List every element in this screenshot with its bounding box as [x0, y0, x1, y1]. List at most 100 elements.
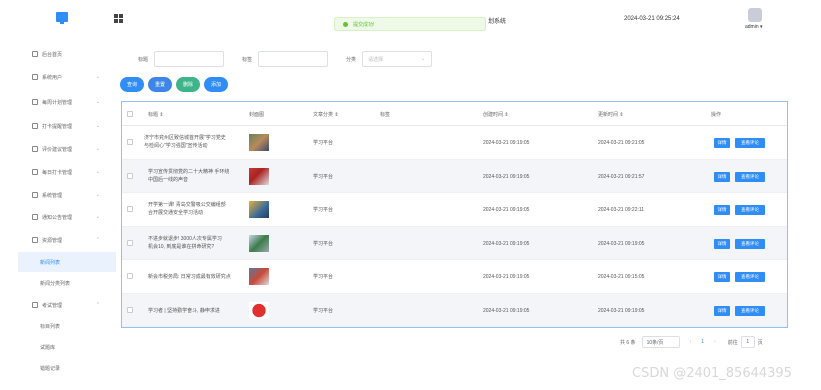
table-row: 新会市税务局: 日常习成最有效研究点 学习平台 2024-03-21 09:19… [122, 260, 787, 294]
review-button[interactable]: 查看评论 [735, 238, 765, 249]
row-checkbox[interactable] [127, 239, 133, 246]
sidebar-item-system[interactable]: 系统管理 ⌄ [18, 184, 116, 206]
sidebar: 后台首页 系统用户 ⌄ 每周计划管理 ⌄ 打卡提醒管理 ⌄ 评价建议管理 ⌄ 每日打卡管… [18, 40, 116, 380]
sidebar-item-exams[interactable]: 考试管理 ⌃ [18, 294, 116, 316]
chevron-down-icon: ⌄ [95, 146, 100, 152]
sidebar-item-notices[interactable]: 通知公告管理 ⌄ [18, 206, 116, 228]
goto-input[interactable]: 1 [740, 336, 755, 348]
check-icon [343, 21, 348, 27]
page-size-select[interactable]: 10条/页 [641, 336, 680, 348]
cover-image [249, 301, 269, 319]
sidebar-item-label: 资源管理 [42, 237, 63, 244]
current-page[interactable]: 1 [701, 339, 704, 345]
sidebar-item-checkin-reminder[interactable]: 打卡提醒管理 ⌄ [18, 115, 116, 137]
add-button[interactable]: 添加 [204, 77, 229, 92]
sidebar-item-label: 标目列表 [40, 323, 61, 330]
sidebar-item-resources[interactable]: 资源管理 ⌃ [18, 229, 116, 251]
delete-button[interactable]: 删除 [176, 77, 201, 92]
detail-button[interactable]: 详情 [714, 138, 730, 148]
chevron-down-icon: ⌄ [95, 74, 100, 80]
sidebar-item-label: 每周计划管理 [42, 99, 73, 106]
row-updated: 2024-03-21 09:19:05 [598, 307, 645, 314]
sidebar-item-weekly-plan[interactable]: 每周计划管理 ⌄ [18, 91, 116, 113]
chevron-up-icon: ⌃ [95, 237, 100, 243]
reset-button[interactable]: 重置 [148, 77, 173, 92]
title-input[interactable] [154, 51, 225, 67]
row-checkbox[interactable] [127, 172, 133, 179]
sidebar-item-daily-checkin[interactable]: 每日打卡管理 ⌄ [18, 161, 116, 183]
table-row: 济宁市兖州区致信城首开展"学习党史 与检阅心"学习强国"宣传活动 学习平台 202… [122, 126, 787, 160]
row-category: 学习平台 [313, 140, 334, 146]
row-title: 开学第一课! 青岛交警吸公交编组部 合开展交通安全学习活动 [148, 202, 226, 216]
next-page-icon[interactable]: › [714, 339, 716, 345]
detail-button[interactable]: 详情 [714, 272, 730, 282]
sidebar-item-users[interactable]: 系统用户 ⌄ [18, 66, 116, 88]
row-title: 济宁市兖州区致信城首开展"学习党史 与检阅心"学习强国"宣传活动 [144, 135, 226, 149]
chevron-down-icon: ⌄ [95, 99, 100, 105]
sidebar-item-news-categories[interactable]: 新闻分类列表 [18, 273, 116, 293]
col-title[interactable]: 标题 ⇕ [148, 111, 164, 118]
table-row: 不进步就退步! 3000人次专属学习 机会10, 到底是谁在拼命研究? 学习平台 … [122, 226, 787, 260]
col-created[interactable]: 创建时间 ⇕ [483, 111, 509, 118]
sidebar-item-question-bank[interactable]: 试题库 [18, 337, 116, 357]
row-checkbox[interactable] [127, 206, 133, 212]
row-checkbox[interactable] [127, 139, 133, 145]
row-updated: 2024-03-21 09:22:11 [598, 207, 645, 213]
review-button[interactable]: 查看评论 [735, 138, 765, 148]
review-button[interactable]: 查看评论 [735, 171, 765, 182]
watermark: CSDN @2401_85644395 [632, 366, 792, 381]
row-category: 学习平台 [313, 274, 334, 280]
sidebar-item-label: 系统用户 [42, 74, 63, 81]
cover-image [249, 234, 269, 252]
review-button[interactable]: 查看评论 [735, 272, 765, 282]
row-checkbox[interactable] [127, 306, 133, 313]
sidebar-item-label: 考试管理 [42, 302, 63, 309]
cover-image [249, 201, 269, 218]
sidebar-item-exam-list[interactable]: 标目列表 [18, 316, 116, 336]
col-updated[interactable]: 更新时间 ⇕ [598, 111, 624, 118]
user-menu[interactable]: admin ▾ [745, 24, 763, 30]
chevron-down-icon: ⌄ [95, 169, 100, 175]
category-select[interactable]: 请选择 ⌄ [362, 51, 433, 67]
query-button[interactable]: 查询 [120, 77, 145, 92]
review-button[interactable]: 查看评论 [735, 205, 765, 215]
sidebar-item-label: 试题库 [40, 344, 56, 351]
avatar[interactable] [748, 8, 762, 22]
detail-button[interactable]: 详情 [714, 238, 730, 249]
sidebar-item-wrong-answers[interactable]: 错题记录 [18, 358, 116, 378]
title-label: 标题 [138, 56, 149, 63]
detail-button[interactable]: 详情 [714, 171, 730, 182]
col-category[interactable]: 文章分类 ⇕ [313, 111, 339, 118]
sidebar-item-feedback[interactable]: 评价建议管理 ⌄ [18, 138, 116, 160]
chevron-down-icon: ⌄ [95, 123, 100, 129]
chevron-down-icon: ⌄ [95, 192, 100, 198]
row-created: 2024-03-21 09:19:05 [483, 274, 530, 280]
category-label: 分类 [346, 56, 357, 63]
search-form: 标题 标签 分类 请选择 ⌄ [134, 50, 433, 68]
menu-grid-icon[interactable] [114, 14, 123, 23]
sidebar-item-news-list[interactable]: 新闻列表 [18, 252, 116, 272]
table-icon [32, 169, 38, 175]
row-checkbox[interactable] [127, 273, 133, 279]
row-category: 学习平台 [313, 207, 334, 213]
pagination: 共 6 条 10条/页 ‹ 1 › 前往 1 页 [620, 335, 763, 349]
detail-button[interactable]: 详情 [714, 205, 730, 215]
sidebar-item-home[interactable]: 后台首页 [18, 43, 116, 65]
main-content: 标题 标签 分类 请选择 ⌄ 查询 重置 删除 添加 标题 ⇕ 封面图 文章分类 … [120, 40, 802, 380]
sidebar-item-label: 错题记录 [40, 365, 61, 372]
row-updated: 2024-03-21 09:15:05 [598, 274, 645, 280]
user-icon [32, 74, 38, 80]
tag-input[interactable] [258, 51, 329, 67]
search-icon [32, 214, 38, 220]
sidebar-item-label: 系统管理 [42, 192, 63, 199]
detail-button[interactable]: 详情 [714, 305, 730, 316]
goto-label: 前往 [727, 339, 738, 346]
sidebar-item-label: 评价建议管理 [42, 146, 73, 153]
row-updated: 2024-03-21 09:21:05 [598, 140, 645, 146]
prev-page-icon[interactable]: ‹ [690, 339, 692, 345]
select-all-checkbox[interactable] [127, 111, 133, 117]
cover-image [249, 134, 269, 151]
sidebar-item-label: 每日打卡管理 [42, 169, 73, 176]
review-button[interactable]: 查看评论 [735, 305, 765, 316]
row-title: 学习宣传贯彻党的二十大精神 手环绕 中国后一线的声音 [148, 168, 230, 183]
